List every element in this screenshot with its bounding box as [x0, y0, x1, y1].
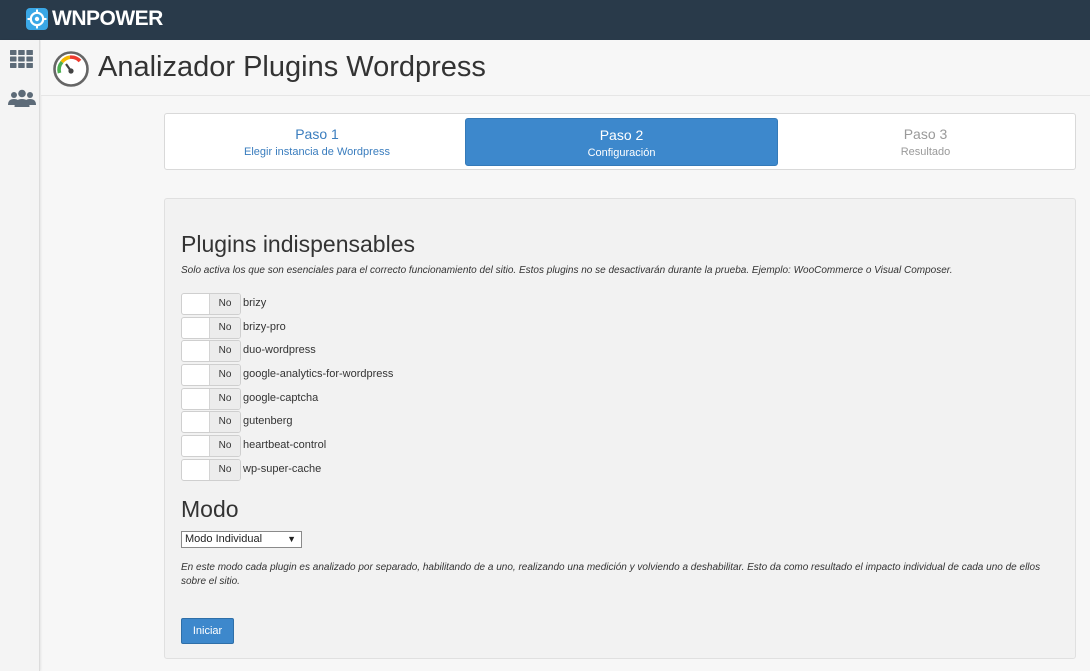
plugin-row: No gutenberg [181, 410, 681, 434]
users-icon[interactable] [8, 89, 36, 107]
toggle-off-label: No [209, 317, 240, 338]
plugin-row: No brizy [181, 292, 681, 316]
step-title: Paso 2 [599, 127, 644, 143]
config-panel: Plugins indispensables Solo activa los q… [164, 198, 1076, 659]
plugin-toggle[interactable]: No [181, 293, 241, 315]
page-title: Analizador Plugins Wordpress [98, 51, 486, 83]
step-1[interactable]: Paso 1 Elegir instancia de Wordpress [169, 118, 465, 166]
mode-select-value: Modo Individual [185, 533, 263, 545]
speedometer-icon [53, 51, 89, 87]
step-3[interactable]: Paso 3 Resultado [778, 118, 1073, 166]
plugin-toggle[interactable]: No [181, 364, 241, 387]
plugin-name: brizy-pro [243, 320, 286, 333]
plugin-toggle[interactable]: No [181, 458, 241, 481]
plugin-row: No duo-wordpress [181, 339, 681, 363]
plugins-section-title: Plugins indispensables [181, 231, 415, 257]
step-title: Paso 3 [903, 126, 948, 142]
plugin-row: No wp-super-cache [181, 458, 681, 482]
plugin-list: No brizy No brizy-pro No duo-wordpress N… [181, 292, 681, 482]
brand[interactable]: WNPOWER [26, 8, 163, 30]
plugin-row: No google-captcha [181, 387, 681, 411]
plugin-row: No google-analytics-for-wordpress [181, 363, 681, 387]
plugin-name: wp-super-cache [243, 462, 322, 475]
sidebar [0, 40, 40, 671]
plugin-name: heartbeat-control [243, 439, 327, 452]
mode-description: En este modo cada plugin es analizado po… [181, 562, 1041, 587]
grid-apps-icon[interactable] [10, 50, 33, 68]
plugin-name: google-captcha [243, 391, 319, 404]
step-subtitle: Elegir instancia de Wordpress [244, 146, 390, 158]
plugin-name: duo-wordpress [243, 344, 316, 357]
plugin-toggle[interactable]: No [181, 435, 241, 458]
plugins-section-description: Solo activa los que son esenciales para … [181, 265, 953, 276]
plugin-row: No brizy-pro [181, 316, 681, 340]
page-header: Analizador Plugins Wordpress [41, 40, 1090, 96]
toggle-off-label: No [209, 459, 240, 480]
mode-section-title: Modo [181, 496, 239, 522]
start-button[interactable]: Iniciar [181, 618, 234, 644]
plugin-toggle[interactable]: No [181, 316, 241, 339]
wizard-steps: Paso 1 Elegir instancia de Wordpress Pas… [164, 113, 1076, 170]
toggle-off-label: No [209, 388, 240, 409]
plugin-toggle[interactable]: No [181, 340, 241, 363]
step-title: Paso 1 [295, 126, 339, 142]
plugin-toggle[interactable]: No [181, 387, 241, 410]
plugin-row: No heartbeat-control [181, 434, 681, 458]
toggle-off-label: No [209, 294, 240, 314]
top-bar: WNPOWER [0, 0, 1090, 40]
wnpower-logo-icon [26, 8, 48, 30]
toggle-off-label: No [209, 412, 240, 433]
brand-name: WNPOWER [52, 7, 163, 30]
plugin-name: google-analytics-for-wordpress [243, 368, 394, 381]
plugin-name: gutenberg [243, 415, 293, 428]
step-subtitle: Resultado [900, 146, 951, 158]
mode-select[interactable]: Modo Individual ▼ [181, 531, 302, 548]
plugin-toggle[interactable]: No [181, 411, 241, 434]
step-subtitle: Configuración [587, 147, 656, 159]
plugin-name: brizy [243, 297, 267, 309]
toggle-off-label: No [209, 365, 240, 386]
caret-down-icon: ▼ [287, 534, 296, 544]
step-2[interactable]: Paso 2 Configuración [465, 118, 778, 166]
toggle-off-label: No [209, 341, 240, 362]
toggle-off-label: No [209, 436, 240, 457]
